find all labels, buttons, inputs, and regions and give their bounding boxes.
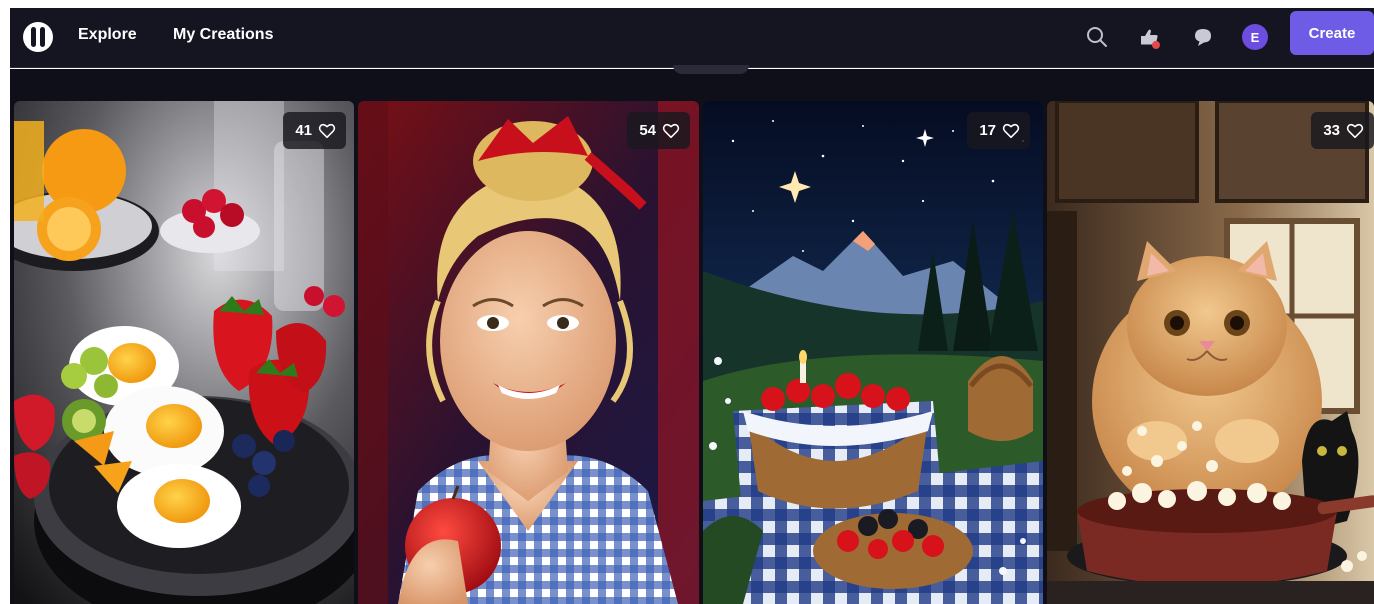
gallery-area: 41 54 17 33 (10, 65, 1374, 604)
like-badge[interactable]: 41 (283, 112, 346, 149)
like-count: 33 (1323, 122, 1340, 139)
user-avatar[interactable]: E (1242, 24, 1268, 50)
nav-my-creations[interactable]: My Creations (173, 25, 273, 45)
woman-apple-image (358, 101, 699, 604)
tokens-button[interactable] (1135, 22, 1165, 52)
heart-icon (662, 123, 680, 138)
heart-icon (318, 123, 336, 138)
night-picnic-image (703, 101, 1043, 604)
like-badge[interactable]: 54 (627, 112, 690, 149)
gallery-card-woman-apple[interactable]: 54 (358, 101, 699, 604)
search-button[interactable] (1082, 22, 1112, 52)
search-icon (1087, 27, 1107, 47)
logo-icon[interactable] (22, 21, 54, 53)
drawer-handle[interactable] (673, 65, 749, 74)
like-count: 41 (295, 122, 312, 139)
gallery-card-cat-popcorn[interactable]: 33 (1047, 101, 1374, 604)
breakfast-image (14, 101, 354, 604)
like-count: 17 (979, 122, 996, 139)
like-badge[interactable]: 17 (967, 112, 1030, 149)
heart-icon (1346, 123, 1364, 138)
cat-popcorn-image (1047, 101, 1374, 604)
like-count: 54 (639, 122, 656, 139)
gallery-card-breakfast[interactable]: 41 (14, 101, 354, 604)
gallery-card-night-picnic[interactable]: 17 (703, 101, 1043, 604)
nav-explore[interactable]: Explore (78, 25, 137, 45)
create-button[interactable]: Create (1290, 11, 1374, 55)
like-badge[interactable]: 33 (1311, 112, 1374, 149)
hand-token-icon (1141, 29, 1160, 49)
heart-icon (1002, 123, 1020, 138)
chat-button[interactable] (1188, 22, 1218, 52)
chat-bubble-icon (1195, 29, 1211, 46)
top-nav-bar: Explore My Creations E Create (10, 8, 1374, 68)
